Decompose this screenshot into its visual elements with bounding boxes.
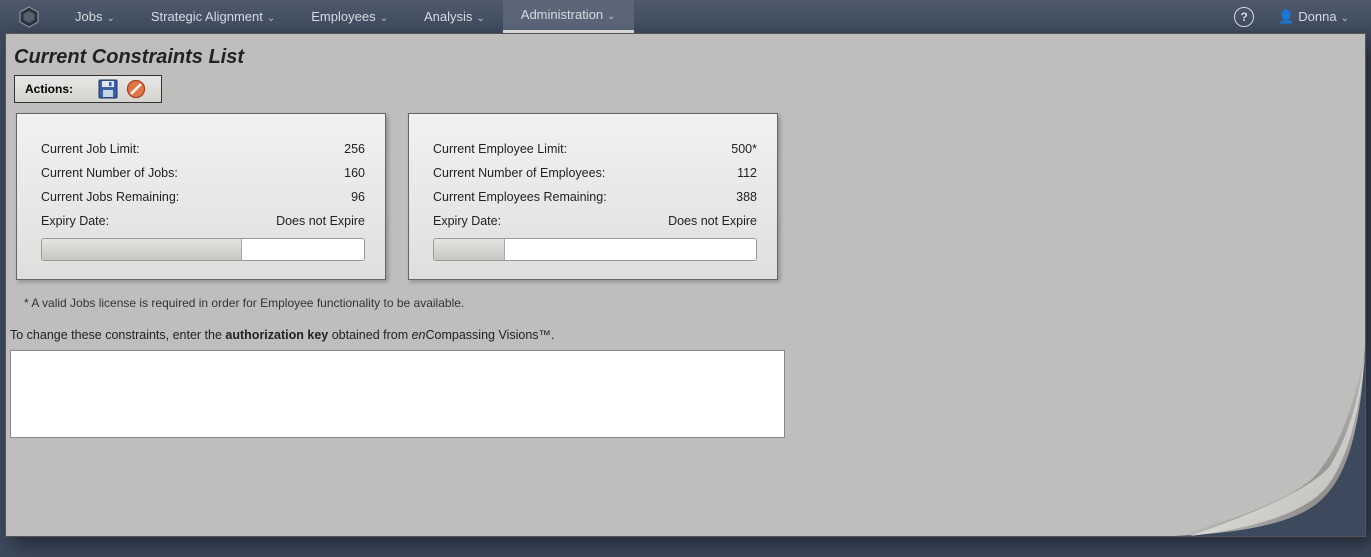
emp-progress-bar xyxy=(433,238,757,261)
employees-constraints-panel: Current Employee Limit: 500* Current Numb… xyxy=(408,113,778,280)
user-icon: 👤 xyxy=(1278,9,1294,24)
emp-expiry-label: Expiry Date: xyxy=(433,214,501,228)
chevron-down-icon: ⌄ xyxy=(1341,13,1349,24)
jobs-expiry-value: Does not Expire xyxy=(276,214,365,228)
top-nav: Jobs ⌄ Strategic Alignment ⌄ Employees ⌄ An… xyxy=(0,0,1371,33)
authorization-key-input[interactable] xyxy=(10,350,785,438)
jobs-expiry-label: Expiry Date: xyxy=(41,214,109,228)
chevron-down-icon: ⌄ xyxy=(607,11,615,22)
emp-expiry-value: Does not Expire xyxy=(668,214,757,228)
jobs-remaining-value: 96 xyxy=(351,190,365,204)
page-surface: Current Constraints List Actions: Curren… xyxy=(5,33,1366,537)
emp-count-label: Current Number of Employees: xyxy=(433,166,605,180)
emp-limit-value: 500* xyxy=(731,142,757,156)
instruction-text: To change these constraints, enter the a… xyxy=(6,310,1365,346)
logo-icon xyxy=(18,6,40,28)
emp-remaining-value: 388 xyxy=(736,190,757,204)
nav-analysis[interactable]: Analysis ⌄ xyxy=(406,0,503,33)
actions-toolbar: Actions: xyxy=(14,75,162,103)
jobs-progress-fill xyxy=(42,239,242,260)
chevron-down-icon: ⌄ xyxy=(476,13,484,24)
floppy-icon xyxy=(98,79,118,99)
user-name: Donna xyxy=(1298,9,1336,24)
chevron-down-icon: ⌄ xyxy=(106,13,114,24)
emp-limit-label: Current Employee Limit: xyxy=(433,142,567,156)
chevron-down-icon: ⌄ xyxy=(380,13,388,24)
emp-count-value: 112 xyxy=(737,166,757,180)
jobs-progress-bar xyxy=(41,238,365,261)
license-footnote: * A valid Jobs license is required in or… xyxy=(6,280,1365,310)
jobs-count-value: 160 xyxy=(344,166,365,180)
instr-ital: en xyxy=(412,328,426,342)
cancel-button[interactable] xyxy=(125,78,147,100)
nav-strategic-alignment[interactable]: Strategic Alignment ⌄ xyxy=(133,0,293,33)
nav-administration-label: Administration xyxy=(521,7,603,22)
emp-remaining-label: Current Employees Remaining: xyxy=(433,190,607,204)
nav-employees[interactable]: Employees ⌄ xyxy=(293,0,406,33)
instr-post: Compassing Visions™. xyxy=(426,328,555,342)
save-button[interactable] xyxy=(97,78,119,100)
nav-strategic-label: Strategic Alignment xyxy=(151,9,263,24)
nav-jobs-label: Jobs xyxy=(75,9,102,24)
nav-jobs[interactable]: Jobs ⌄ xyxy=(57,0,133,33)
cancel-icon xyxy=(126,79,146,99)
chevron-down-icon: ⌄ xyxy=(267,13,275,24)
user-menu[interactable]: 👤 Donna ⌄ xyxy=(1278,9,1349,25)
jobs-remaining-label: Current Jobs Remaining: xyxy=(41,190,179,204)
instr-pre: To change these constraints, enter the xyxy=(10,328,225,342)
jobs-constraints-panel: Current Job Limit: 256 Current Number of … xyxy=(16,113,386,280)
nav-analysis-label: Analysis xyxy=(424,9,472,24)
nav-employees-label: Employees xyxy=(311,9,375,24)
app-logo xyxy=(0,6,57,28)
page-curl-decoration xyxy=(1175,346,1365,536)
instr-mid: obtained from xyxy=(328,328,411,342)
jobs-count-label: Current Number of Jobs: xyxy=(41,166,178,180)
instr-bold: authorization key xyxy=(225,328,328,342)
jobs-limit-value: 256 xyxy=(344,142,365,156)
jobs-limit-label: Current Job Limit: xyxy=(41,142,140,156)
nav-administration[interactable]: Administration ⌄ xyxy=(503,0,634,33)
actions-label: Actions: xyxy=(25,82,73,96)
emp-progress-fill xyxy=(434,239,505,260)
page-title: Current Constraints List xyxy=(6,34,1365,75)
help-icon[interactable]: ? xyxy=(1234,7,1254,27)
